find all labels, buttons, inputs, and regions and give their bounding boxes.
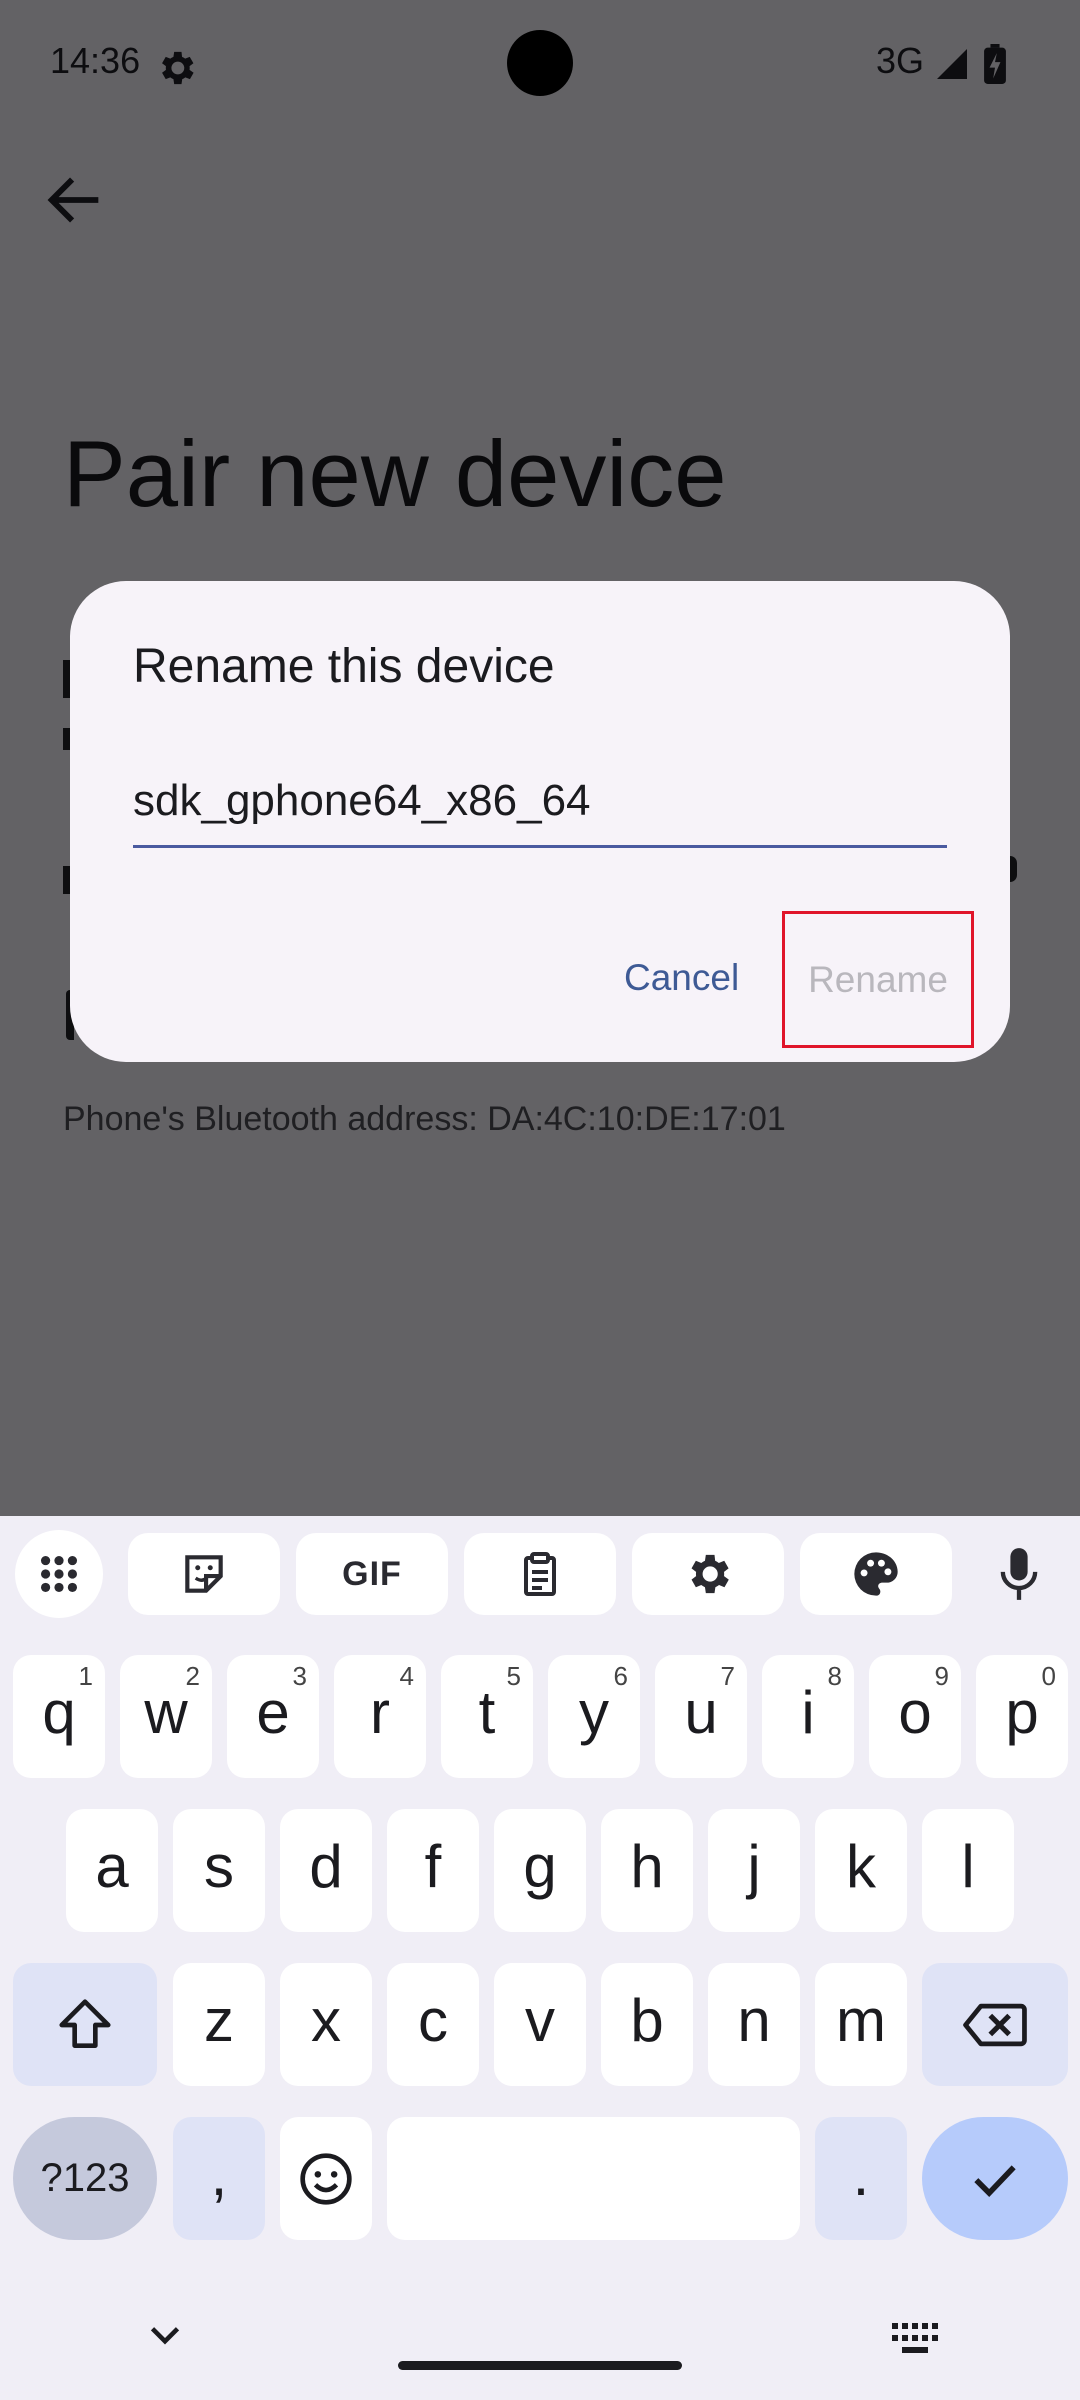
back-arrow-icon[interactable] <box>40 165 110 235</box>
keyboard-switch-icon[interactable] <box>892 2322 944 2356</box>
enter-key[interactable] <box>922 2117 1068 2240</box>
comma-key[interactable]: , <box>173 2117 265 2240</box>
cancel-button[interactable]: Cancel <box>624 957 739 999</box>
key-d[interactable]: d <box>280 1809 372 1932</box>
backspace-icon <box>963 2003 1027 2046</box>
key-l[interactable]: l <box>922 1809 1014 1932</box>
gif-label: GIF <box>342 1554 402 1593</box>
key-h[interactable]: h <box>601 1809 693 1932</box>
key-x[interactable]: x <box>280 1963 372 2086</box>
palette-icon <box>854 1552 898 1596</box>
key-y[interactable]: 6y <box>548 1655 640 1778</box>
gif-button[interactable]: GIF <box>296 1533 448 1615</box>
bluetooth-address: Phone's Bluetooth address: DA:4C:10:DE:1… <box>63 1100 786 1138</box>
signal-icon <box>937 49 967 79</box>
key-a[interactable]: a <box>66 1809 158 1932</box>
symbols-key[interactable]: ?123 <box>13 2117 157 2240</box>
rename-button[interactable]: Rename <box>782 911 974 1048</box>
keyboard: GIF 1q 2w 3e 4r 5t 6y 7u 8i 9o 0p a s d … <box>0 1516 1080 2400</box>
key-u[interactable]: 7u <box>655 1655 747 1778</box>
clipboard-button[interactable] <box>464 1533 616 1615</box>
key-s[interactable]: s <box>173 1809 265 1932</box>
settings-icon <box>691 1554 729 1594</box>
key-o[interactable]: 9o <box>869 1655 961 1778</box>
obscured-toggle <box>1010 856 1017 882</box>
apps-grid-button[interactable] <box>15 1530 103 1618</box>
home-indicator[interactable] <box>398 2361 682 2370</box>
battery-charging-icon <box>984 44 1006 84</box>
sticker-icon <box>185 1555 223 1593</box>
key-m[interactable]: m <box>815 1963 907 2086</box>
key-t[interactable]: 5t <box>441 1655 533 1778</box>
checkmark-icon <box>974 2164 1016 2197</box>
page-title: Pair new device <box>63 421 727 526</box>
hide-keyboard-chevron-icon[interactable] <box>140 2310 190 2360</box>
key-j[interactable]: j <box>708 1809 800 1932</box>
key-i[interactable]: 8i <box>762 1655 854 1778</box>
key-v[interactable]: v <box>494 1963 586 2086</box>
settings-gear-icon <box>162 51 194 85</box>
key-n[interactable]: n <box>708 1963 800 2086</box>
backspace-key[interactable] <box>922 1963 1068 2086</box>
rename-dialog: Rename this device Cancel Rename <box>70 581 1010 1062</box>
key-g[interactable]: g <box>494 1809 586 1932</box>
key-z[interactable]: z <box>173 1963 265 2086</box>
key-p[interactable]: 0p <box>976 1655 1068 1778</box>
space-key[interactable] <box>387 2117 800 2240</box>
key-w[interactable]: 2w <box>120 1655 212 1778</box>
shift-key[interactable] <box>13 1963 157 2086</box>
microphone-icon <box>1000 1548 1038 1600</box>
key-b[interactable]: b <box>601 1963 693 2086</box>
period-key[interactable]: . <box>815 2117 907 2240</box>
network-type: 3G <box>876 40 925 81</box>
clipboard-icon <box>524 1552 556 1596</box>
key-q[interactable]: 1q <box>13 1655 105 1778</box>
device-name-field[interactable] <box>133 771 947 848</box>
emoji-icon <box>300 2152 352 2205</box>
sticker-button[interactable] <box>128 1533 280 1615</box>
voice-input-button[interactable] <box>976 1533 1062 1615</box>
keyboard-settings-button[interactable] <box>632 1533 784 1615</box>
apps-grid-icon <box>40 1555 78 1593</box>
theme-button[interactable] <box>800 1533 952 1615</box>
shift-icon <box>59 1998 111 2048</box>
emoji-key[interactable] <box>280 2117 372 2240</box>
rename-button-label: Rename <box>808 958 948 1000</box>
key-c[interactable]: c <box>387 1963 479 2086</box>
front-camera-cutout <box>507 30 573 96</box>
key-e[interactable]: 3e <box>227 1655 319 1778</box>
dialog-title: Rename this device <box>133 640 555 693</box>
key-f[interactable]: f <box>387 1809 479 1932</box>
key-r[interactable]: 4r <box>334 1655 426 1778</box>
status-bar: 14:36 3G <box>0 0 1080 128</box>
key-k[interactable]: k <box>815 1809 907 1932</box>
status-time: 14:36 <box>50 40 141 81</box>
